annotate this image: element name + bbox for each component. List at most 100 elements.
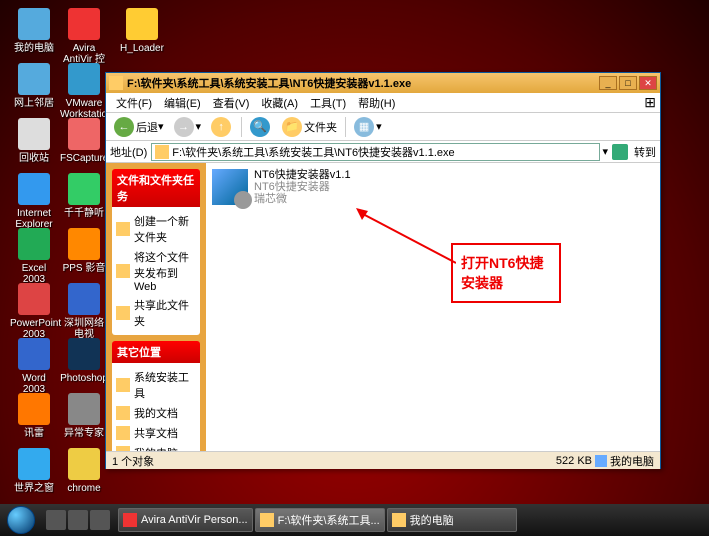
task-link[interactable]: 共享此文件夹	[116, 295, 196, 331]
desktop-icon[interactable]: Excel 2003	[10, 228, 58, 285]
address-bar: 地址(D) F:\软件夹\系统工具\系统安装工具\NT6快捷安装器v1.1.ex…	[106, 141, 660, 163]
quick-launch-item[interactable]	[90, 510, 110, 530]
back-button[interactable]: ←后退 ▾	[110, 115, 168, 139]
menu-item[interactable]: 编辑(E)	[158, 95, 207, 111]
quick-launch-item[interactable]	[68, 510, 88, 530]
task-icon	[123, 513, 137, 527]
annotation-callout: 打开NT6快捷安装器	[451, 243, 561, 303]
views-icon: ▦	[354, 117, 374, 137]
menu-item[interactable]: 帮助(H)	[352, 95, 401, 111]
address-value: F:\软件夹\系统工具\系统安装工具\NT6快捷安装器v1.1.exe	[172, 144, 454, 160]
menu-item[interactable]: 收藏(A)	[255, 95, 304, 111]
task-icon	[260, 513, 274, 527]
desktop-icon[interactable]: chrome	[60, 448, 108, 494]
task-link[interactable]: 我的电脑	[116, 443, 196, 451]
separator	[345, 117, 346, 137]
window-title: F:\软件夹\系统工具\系统安装工具\NT6快捷安装器v1.1.exe	[127, 75, 597, 91]
desktop-icon[interactable]: 深圳网络电视	[60, 283, 108, 340]
file-item[interactable]: NT6快捷安装器v1.1 NT6快捷安装器 瑞芯微	[212, 169, 392, 205]
close-button[interactable]: ✕	[639, 76, 657, 90]
desktop-icon[interactable]: Word 2003	[10, 338, 58, 395]
taskbar-task[interactable]: F:\软件夹\系统工具...	[255, 508, 385, 532]
icon-label: PowerPoint 2003	[10, 318, 58, 340]
task-link[interactable]: 创建一个新文件夹	[116, 211, 196, 247]
quick-launch-item[interactable]	[46, 510, 66, 530]
minimize-button[interactable]: _	[599, 76, 617, 90]
desktop-icon[interactable]: FSCapture	[60, 118, 108, 164]
task-icon	[392, 513, 406, 527]
desktop-icon[interactable]: PowerPoint 2003	[10, 283, 58, 340]
app-icon	[68, 338, 100, 370]
file-pane[interactable]: NT6快捷安装器v1.1 NT6快捷安装器 瑞芯微 打开NT6快捷安装器	[206, 163, 660, 451]
start-button[interactable]	[0, 504, 42, 536]
app-icon	[68, 173, 100, 205]
icon-label: PPS 影音	[60, 263, 108, 274]
desktop-icon[interactable]: 网上邻居	[10, 63, 58, 109]
app-icon	[18, 8, 50, 40]
app-icon	[18, 118, 50, 150]
desktop-icon[interactable]: Photoshop	[60, 338, 108, 384]
forward-icon: →	[174, 117, 194, 137]
task-link[interactable]: 将这个文件夹发布到 Web	[116, 247, 196, 295]
address-label: 地址(D)	[110, 144, 147, 160]
desktop-icon[interactable]: 世界之窗	[10, 448, 58, 494]
menubar: 文件(F)编辑(E)查看(V)收藏(A)工具(T)帮助(H) ⊞	[106, 93, 660, 113]
panel-header[interactable]: 其它位置	[112, 341, 200, 363]
start-orb-icon	[7, 506, 35, 534]
icon-label: 深圳网络电视	[60, 318, 108, 340]
up-button[interactable]: ↑	[207, 115, 237, 139]
panel-header[interactable]: 文件和文件夹任务	[112, 169, 200, 207]
task-icon	[116, 222, 130, 236]
taskbar-task[interactable]: 我的电脑	[387, 508, 517, 532]
folder-icon	[109, 76, 123, 90]
menu-item[interactable]: 查看(V)	[207, 95, 256, 111]
go-icon	[612, 144, 628, 160]
app-icon	[18, 448, 50, 480]
forward-button[interactable]: → ▾	[170, 115, 206, 139]
annotation-arrow	[356, 208, 456, 268]
desktop-icon[interactable]: 千千静听	[60, 173, 108, 219]
status-size: 522 KB	[556, 455, 592, 467]
search-button[interactable]: 🔍	[246, 115, 276, 139]
file-info: NT6快捷安装器v1.1 NT6快捷安装器 瑞芯微	[254, 169, 351, 205]
panel-body: 系统安装工具我的文档共享文档我的电脑网上邻居	[112, 363, 200, 451]
address-dropdown[interactable]: ▾	[602, 145, 608, 158]
app-icon	[18, 338, 50, 370]
taskbar: Avira AntiVir Person...F:\软件夹\系统工具...我的电…	[0, 504, 709, 536]
menu-item[interactable]: 工具(T)	[304, 95, 352, 111]
task-link[interactable]: 我的文档	[116, 403, 196, 423]
address-input[interactable]: F:\软件夹\系统工具\系统安装工具\NT6快捷安装器v1.1.exe	[151, 143, 600, 161]
icon-label: H_Loader	[118, 43, 166, 54]
icon-label: Photoshop	[60, 373, 108, 384]
sidebar-panel: 文件和文件夹任务创建一个新文件夹将这个文件夹发布到 Web共享此文件夹	[112, 169, 200, 335]
desktop-icon[interactable]: VMware Workstation	[60, 63, 108, 120]
desktop-icon[interactable]: 讯雷	[10, 393, 58, 439]
explorer-window: F:\软件夹\系统工具\系统安装工具\NT6快捷安装器v1.1.exe _ □ …	[105, 72, 661, 469]
tasks-sidebar: 文件和文件夹任务创建一个新文件夹将这个文件夹发布到 Web共享此文件夹其它位置系…	[106, 163, 206, 451]
task-icon	[116, 406, 130, 420]
desktop-icon[interactable]: PPS 影音	[60, 228, 108, 274]
titlebar[interactable]: F:\软件夹\系统工具\系统安装工具\NT6快捷安装器v1.1.exe _ □ …	[106, 73, 660, 93]
desktop-icon[interactable]: 异常专家	[60, 393, 108, 439]
status-location: 我的电脑	[610, 453, 654, 469]
separator	[241, 117, 242, 137]
desktop-icon[interactable]: 回收站	[10, 118, 58, 164]
icon-label: VMware Workstation	[60, 98, 108, 120]
app-icon	[18, 173, 50, 205]
desktop-icon[interactable]: 我的电脑	[10, 8, 58, 54]
folders-icon: 📁	[282, 117, 302, 137]
menu-item[interactable]: 文件(F)	[110, 95, 158, 111]
status-count: 1 个对象	[112, 453, 154, 469]
maximize-button[interactable]: □	[619, 76, 637, 90]
views-button[interactable]: ▦ ▾	[350, 115, 386, 139]
folders-button[interactable]: 📁文件夹	[278, 115, 341, 139]
task-link[interactable]: 共享文档	[116, 423, 196, 443]
taskbar-task[interactable]: Avira AntiVir Person...	[118, 508, 253, 532]
desktop-icon[interactable]: H_Loader	[118, 8, 166, 54]
go-button[interactable]: 转到	[634, 144, 656, 160]
desktop-icon[interactable]: Internet Explorer	[10, 173, 58, 230]
quick-launch	[42, 510, 114, 530]
app-icon	[68, 448, 100, 480]
app-icon	[68, 8, 100, 40]
task-link[interactable]: 系统安装工具	[116, 367, 196, 403]
